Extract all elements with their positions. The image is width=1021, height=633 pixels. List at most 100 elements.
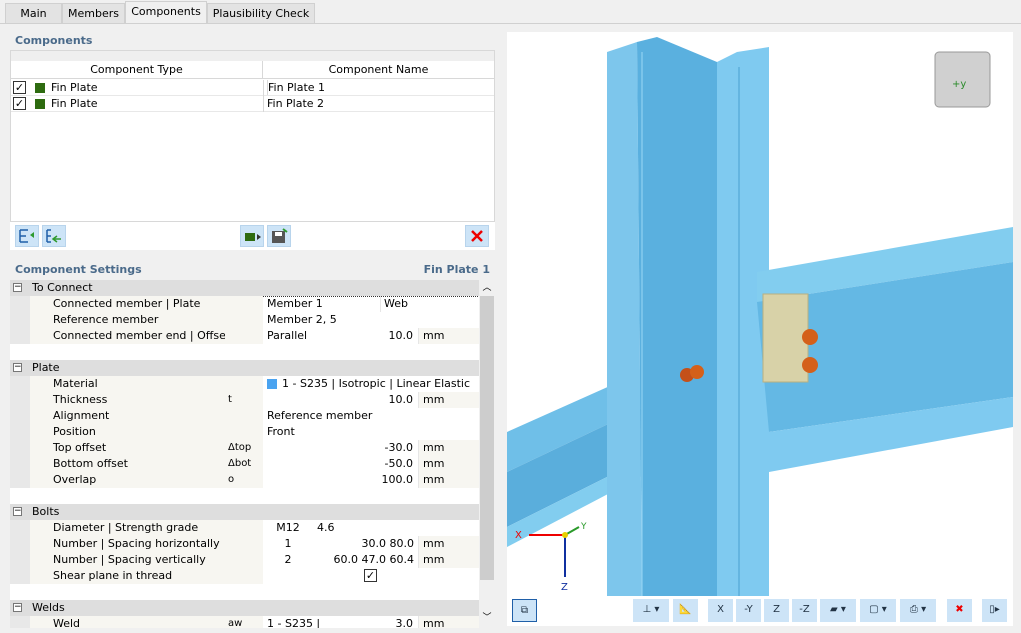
collapse-icon[interactable]: − (13, 363, 22, 372)
settings-tree: − To Connect Connected member | Plate Membe… (10, 280, 479, 628)
tree-row[interactable]: Connected member end | Offset Parallel 10.… (10, 328, 479, 344)
view-x-button[interactable]: X (708, 599, 733, 622)
3d-viewport[interactable]: +y X Y Z (507, 32, 1013, 596)
print-icon[interactable]: ⎙ ▾ (900, 599, 936, 622)
component-type: Fin Plate (51, 97, 98, 110)
property-symbol: aw (225, 616, 263, 628)
scroll-up-arrow[interactable]: ︿ (479, 280, 495, 296)
property-symbol (225, 536, 263, 552)
property-label: Connected member | Plate (30, 296, 225, 312)
property-value-2[interactable]: 4.6 (314, 520, 417, 536)
property-value-1[interactable]: Member 2, 5 (267, 312, 477, 328)
view-minus-y-button[interactable]: -Y (736, 599, 761, 622)
property-label: Top offset (30, 440, 225, 456)
view-z-button[interactable]: Z (764, 599, 789, 622)
render-toggle-icon[interactable]: ⧉ (512, 599, 537, 622)
scroll-down-arrow[interactable]: ﹀ (479, 610, 495, 626)
property-value-2[interactable]: -50.0 (340, 456, 416, 472)
collapse-icon[interactable]: − (13, 283, 22, 292)
property-value-1[interactable]: 1 - S235 | Isotropic | Linear Elastic (282, 376, 479, 392)
tree-gutter (10, 520, 30, 536)
move-up-icon[interactable] (15, 225, 39, 247)
table-row[interactable]: ✓ Fin Plate Fin Plate 2 (11, 96, 494, 112)
tree-row[interactable]: Overlap o 100.0 mm (10, 472, 479, 488)
scroll-thumb[interactable] (480, 296, 494, 580)
tree-gutter (10, 312, 30, 328)
view-minus-z-button[interactable]: -Z (792, 599, 817, 622)
tree-row[interactable]: Diameter | Strength grade M12 4.6 (10, 520, 479, 536)
property-unit: mm (418, 440, 479, 456)
tree-group-bolts[interactable]: − Bolts (10, 504, 479, 520)
property-value-1[interactable]: 2 (263, 552, 313, 568)
tree-row[interactable]: Number | Spacing vertically 2 60.0 47.0 60… (10, 552, 479, 568)
property-value-1[interactable]: 1 (263, 536, 313, 552)
tree-row[interactable]: Reference member Member 2, 5 (10, 312, 479, 328)
property-unit: mm (418, 552, 479, 568)
tree-row[interactable]: Top offset Δtop -30.0 mm (10, 440, 479, 456)
model-graphic: +y X Y Z (507, 37, 1013, 596)
current-component: Fin Plate 1 (423, 263, 490, 276)
property-label: Overlap (30, 472, 225, 488)
collapse-icon[interactable]: − (13, 507, 22, 516)
column-header-name[interactable]: Component Name (263, 61, 494, 79)
nav-cube-label: +y (952, 79, 966, 90)
property-value-2[interactable]: 10.0 (340, 392, 416, 408)
shear-plane-checkbox[interactable]: ✓ (364, 569, 377, 582)
tree-row[interactable]: Material 1 - S235 | Isotropic | Linear El… (10, 376, 479, 392)
tree-group-to-connect[interactable]: − To Connect (10, 280, 479, 297)
panel-toggle-icon[interactable]: ▯▸ (982, 599, 1007, 622)
property-value-1[interactable]: Member 1 (267, 296, 477, 312)
tab-main[interactable]: Main (5, 3, 62, 23)
transparency-icon[interactable]: ▢ ▾ (860, 599, 896, 622)
property-value-2[interactable]: 60.0 47.0 60.4 (314, 552, 417, 568)
tree-group-plate[interactable]: − Plate (10, 360, 479, 376)
property-symbol (225, 568, 263, 584)
property-value-1[interactable]: M12 (263, 520, 313, 536)
display-mode-icon[interactable]: ▰ ▾ (820, 599, 856, 622)
property-value-2[interactable]: -30.0 (340, 440, 416, 456)
property-value-2[interactable]: 10.0 (340, 328, 416, 344)
components-table: Component Type Component Name ✓ Fin Plat… (10, 50, 495, 222)
tab-plausibility-check[interactable]: Plausibility Check (207, 3, 315, 23)
color-swatch (35, 83, 45, 93)
row-checkbox[interactable]: ✓ (13, 97, 26, 110)
table-row[interactable]: ✓ Fin Plate Fin Plate 1 (11, 80, 494, 96)
delete-icon[interactable] (465, 225, 489, 247)
tree-row[interactable]: Weld aw 1 - S235 | 3.0 mm (10, 616, 479, 628)
tree-gutter (10, 392, 30, 408)
property-symbol (225, 408, 263, 424)
property-value-1[interactable]: Front (267, 424, 477, 440)
tree-row[interactable]: Alignment Reference member (10, 408, 479, 424)
property-value-2[interactable]: 3.0 (340, 616, 416, 628)
tab-components[interactable]: Components (125, 1, 207, 23)
group-label: Welds (32, 601, 65, 614)
property-unit: mm (418, 392, 479, 408)
property-value-2[interactable]: Web (380, 296, 440, 312)
library-icon[interactable] (240, 225, 264, 247)
tree-scrollbar[interactable]: ︿ ﹀ (479, 280, 495, 628)
column-divider (263, 80, 264, 112)
tree-row[interactable]: Connected member | Plate Member 1 Web (10, 296, 479, 312)
save-icon[interactable] (267, 225, 291, 247)
row-checkbox[interactable]: ✓ (13, 81, 26, 94)
collapse-icon[interactable]: − (13, 603, 22, 612)
tab-members[interactable]: Members (62, 3, 125, 23)
property-unit: mm (418, 536, 479, 552)
column-header-type[interactable]: Component Type (11, 61, 263, 79)
zoom-reset-icon[interactable]: ✖ (947, 599, 972, 622)
tree-row[interactable]: Position Front (10, 424, 479, 440)
tree-row[interactable]: Thickness t 10.0 mm (10, 392, 479, 408)
tree-group-welds[interactable]: − Welds (10, 600, 479, 616)
tree-row[interactable]: Shear plane in thread ✓ (10, 568, 479, 584)
property-value-1[interactable]: Reference member (267, 408, 477, 424)
move-down-icon[interactable] (42, 225, 66, 247)
tree-row[interactable]: Number | Spacing horizontally 1 30.0 80.0 m… (10, 536, 479, 552)
property-label: Bottom offset (30, 456, 225, 472)
component-settings-title: Component Settings (15, 263, 142, 276)
property-value-2[interactable]: 100.0 (340, 472, 416, 488)
property-value-2[interactable]: 30.0 80.0 (314, 536, 417, 552)
measure-icon[interactable]: 📐 (673, 599, 698, 622)
property-label: Number | Spacing vertically (30, 552, 225, 568)
axis-system-icon[interactable]: ⊥ ▾ (633, 599, 669, 622)
tree-row[interactable]: Bottom offset Δbot -50.0 mm (10, 456, 479, 472)
